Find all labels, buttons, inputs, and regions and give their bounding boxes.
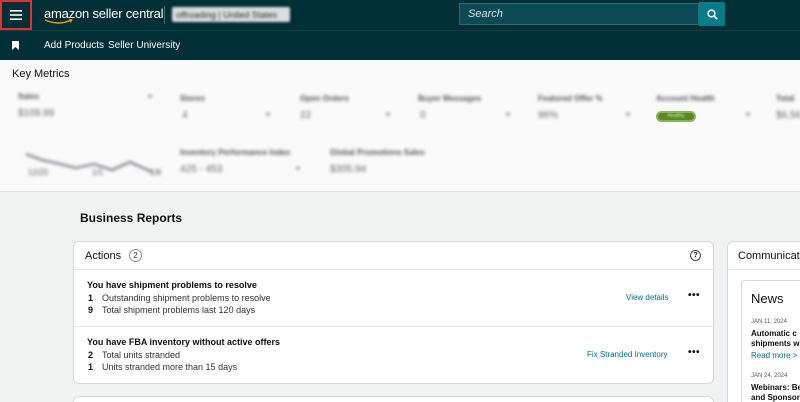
- inventory-performance-label: Inventory Performance Index: [180, 148, 291, 157]
- amazon-smile-icon: [44, 19, 73, 24]
- chevron-down-icon[interactable]: ▾: [266, 110, 270, 119]
- sales-value: $109.99: [18, 108, 55, 119]
- actions-count-badge: 2: [129, 249, 142, 262]
- action-item: You have FBA inventory without active of…: [74, 327, 713, 383]
- actions-card-header: Actions 2 ?: [74, 242, 713, 270]
- action-count: 9: [88, 305, 94, 315]
- chart-tick: 12/20: [28, 168, 49, 177]
- action-detail: Units stranded more than 15 days: [102, 362, 238, 372]
- open-orders-label: Open Orders: [300, 94, 349, 103]
- inventory-performance-value: 425 - 453: [180, 164, 223, 175]
- bookmarks-bar: Add Products Seller University: [0, 30, 800, 60]
- more-options-icon[interactable]: •••: [688, 347, 700, 358]
- communications-header: Communications: [728, 242, 800, 270]
- top-navigation-bar: amazon seller central offroading | Unite…: [0, 0, 800, 30]
- action-count: 2: [88, 350, 94, 360]
- fix-stranded-inventory-link[interactable]: Fix Stranded Inventory: [587, 350, 667, 359]
- search-button[interactable]: [699, 2, 725, 26]
- chevron-down-icon[interactable]: ▾: [506, 110, 510, 119]
- action-count: 1: [88, 293, 94, 303]
- business-reports-title[interactable]: Business Reports: [80, 211, 182, 225]
- buyer-messages-value: 0: [420, 110, 426, 121]
- help-circle-icon[interactable]: ?: [690, 250, 701, 261]
- news-card: News JAN 11, 2024 Automatic c shipments …: [741, 280, 800, 402]
- total-label: Total: [776, 94, 795, 103]
- action-item: You have shipment problems to resolve 1 …: [74, 270, 713, 326]
- news-headline[interactable]: and Sponsor: [751, 393, 800, 402]
- communications-title: Communications: [738, 250, 800, 262]
- view-details-link[interactable]: View details: [626, 293, 669, 302]
- chevron-down-icon[interactable]: ▾: [746, 110, 750, 119]
- chevron-down-icon[interactable]: ▾: [626, 110, 630, 119]
- key-metrics-panel: Key Metrics Sales ▾ $109.99 ▾ 12/20 1/1 …: [0, 60, 800, 192]
- action-count: 1: [88, 362, 94, 372]
- news-headline[interactable]: Webinars: Be: [751, 383, 800, 393]
- news-date: JAN 24, 2024: [751, 373, 788, 379]
- buyer-messages-label: Buyer Messages: [418, 94, 482, 103]
- search-input[interactable]: Search: [459, 3, 699, 25]
- news-headline[interactable]: shipments w: [751, 339, 799, 349]
- store-selector[interactable]: offroading | United States: [172, 7, 290, 22]
- communications-panel: Communications News JAN 11, 2024 Automat…: [727, 241, 800, 402]
- bookmark-icon[interactable]: [12, 41, 19, 50]
- stores-label: Stores: [180, 94, 205, 103]
- chart-tick: 1/8: [150, 168, 162, 177]
- stores-value: 4: [182, 110, 188, 121]
- action-title: You have FBA inventory without active of…: [87, 337, 281, 347]
- blurred-metrics: Sales ▾ $109.99 ▾ 12/20 1/1 1/8 Stores 4…: [0, 86, 800, 192]
- featured-offer-value: 96%: [538, 110, 559, 121]
- amazon-seller-central-logo[interactable]: amazon seller central: [44, 6, 164, 24]
- news-date: JAN 11, 2024: [751, 319, 787, 325]
- chart-tick: 1/1: [92, 168, 104, 177]
- global-promotions-value: $305.94: [330, 164, 367, 175]
- action-title: You have shipment problems to resolve: [87, 280, 257, 290]
- total-value: $6,56: [776, 110, 800, 121]
- sales-label: Sales: [18, 92, 39, 101]
- account-health-badge[interactable]: Healthy: [656, 111, 696, 122]
- seller-university-link[interactable]: Seller University: [108, 40, 180, 51]
- actions-card: Actions 2 ? You have shipment problems t…: [73, 241, 714, 384]
- add-products-link[interactable]: Add Products: [44, 40, 104, 51]
- action-detail: Total units stranded: [102, 350, 181, 360]
- key-metrics-title: Key Metrics: [12, 68, 70, 80]
- account-health-value: Healthy: [667, 113, 685, 119]
- action-detail: Outstanding shipment problems to resolve: [102, 293, 271, 303]
- global-promotions-label: Global Promotions Sales: [330, 148, 425, 157]
- read-more-link[interactable]: Read more >: [751, 351, 797, 360]
- actions-title: Actions: [85, 250, 122, 262]
- open-orders-value: 22: [300, 110, 312, 121]
- chevron-down-icon[interactable]: ▾: [296, 164, 300, 173]
- hamburger-menu-icon[interactable]: [0, 0, 32, 30]
- account-health-label: Account Health: [656, 94, 715, 103]
- news-title: News: [751, 291, 784, 306]
- topbar-divider: [164, 6, 165, 24]
- next-card: [73, 396, 714, 402]
- featured-offer-label: Featured Offer %: [538, 94, 603, 103]
- news-headline[interactable]: Automatic c: [751, 329, 797, 339]
- more-options-icon[interactable]: •••: [688, 290, 700, 301]
- action-detail: Total shipment problems last 120 days: [102, 305, 256, 315]
- chevron-down-icon[interactable]: ▾: [386, 110, 390, 119]
- search-icon: [706, 8, 718, 20]
- chevron-down-icon[interactable]: ▾: [148, 92, 152, 101]
